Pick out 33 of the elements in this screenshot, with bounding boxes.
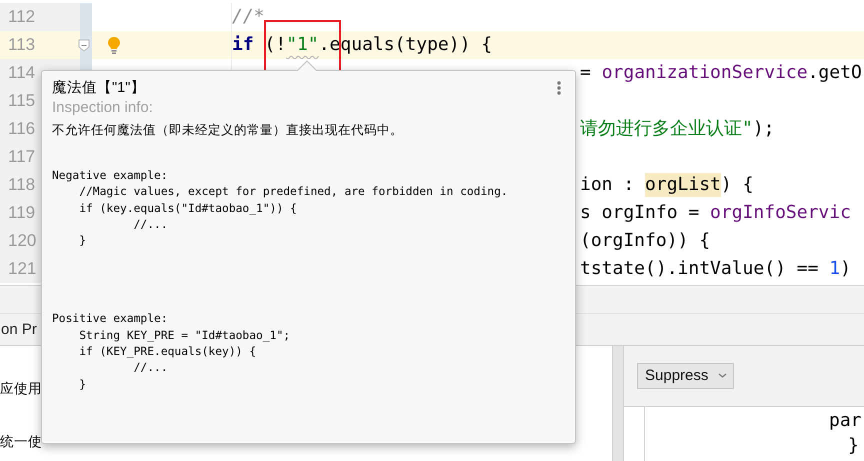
code-text: s orgInfo =: [580, 201, 700, 225]
more-options-icon[interactable]: [557, 81, 561, 95]
code-number: 1: [829, 257, 840, 281]
code-text: (orgInfo)) {: [580, 229, 710, 253]
example-code: String KEY_PRE = "Id#taobao_1"; if (KEY_PRE.equals(key)) { //... }: [78, 328, 292, 393]
code-string: 请勿进行多企业认证": [580, 117, 753, 141]
code-text: .getO: [808, 61, 862, 85]
code-text: ) {: [720, 173, 754, 197]
line-number: 113: [0, 31, 80, 59]
suppress-dropdown[interactable]: Suppress: [637, 363, 734, 389]
code-comment: //*: [232, 5, 265, 29]
code-text: );: [752, 117, 775, 141]
code-text: ion :: [580, 173, 636, 197]
code-text: tstate().intValue() ==: [580, 257, 820, 281]
code-text: orgList: [645, 173, 721, 197]
code-text: (!: [264, 33, 286, 57]
code-text: par: [828, 409, 863, 433]
lightbulb-icon: [107, 36, 121, 54]
code-text: =: [580, 61, 592, 85]
panel-text: 统一使: [0, 433, 42, 451]
code-text: }: [847, 434, 860, 458]
fold-icon: [78, 39, 90, 52]
panel-tab[interactable]: on Pr: [1, 321, 37, 338]
code-string: "1": [286, 33, 319, 57]
line-number: 112: [0, 3, 80, 31]
chevron-down-icon: [718, 372, 728, 378]
code-keyword: if: [232, 33, 254, 57]
code-text: orgInfoServic: [710, 201, 851, 225]
example-code: //Magic values, except for predefined, are forbidden in coding. if (key.equals("Id#taobao_1")) { //... }: [78, 184, 509, 250]
code-text: organizationService: [602, 61, 808, 85]
example-heading: Positive example:: [52, 311, 169, 328]
panel-text: 应使用: [0, 380, 42, 398]
code-text: ): [840, 257, 851, 281]
